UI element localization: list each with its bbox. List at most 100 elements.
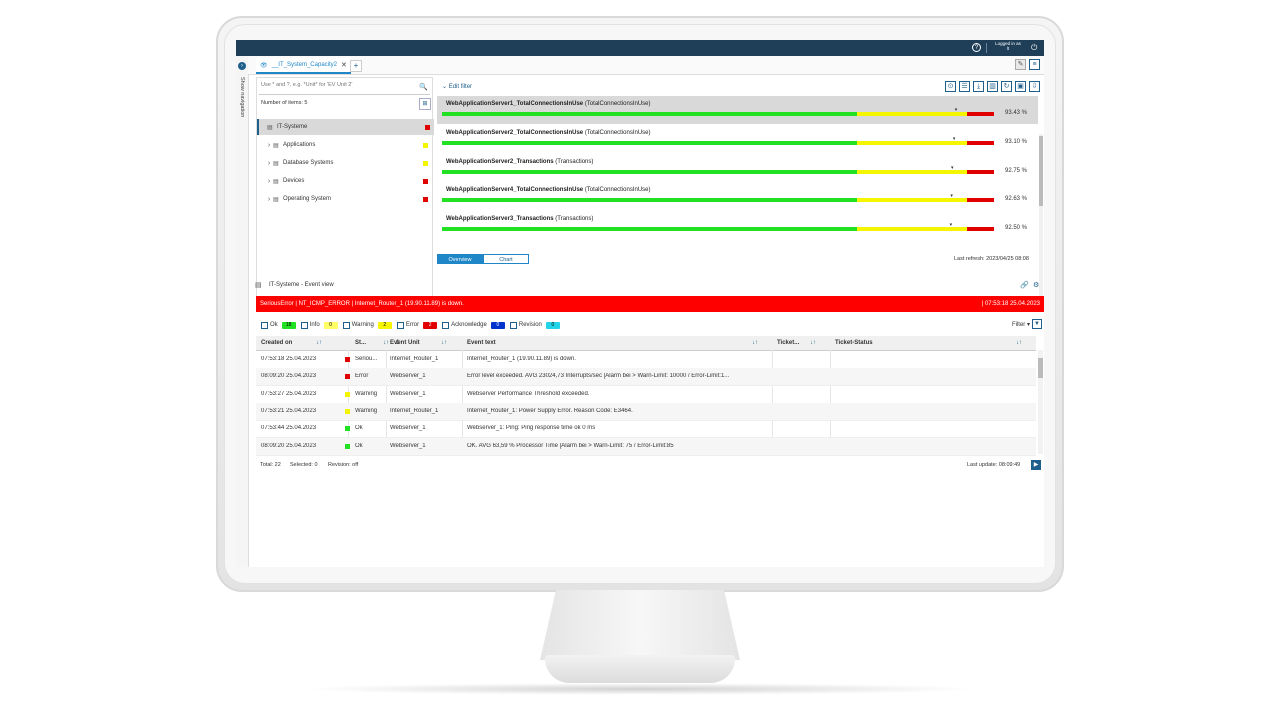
- filter-revision[interactable]: Revision 0: [509, 321, 560, 329]
- metric-subname: (TotalConnectionsInUse): [584, 129, 651, 136]
- tree-item-label: IT-Systeme: [277, 124, 308, 130]
- capacity-bar-segment: [967, 227, 994, 232]
- gear-icon[interactable]: ⚙: [1033, 281, 1039, 289]
- filter-label: Acknowledge: [451, 322, 487, 328]
- checkbox[interactable]: [261, 321, 268, 329]
- tree-options-icon[interactable]: ⊞: [419, 98, 431, 110]
- show-navigation-label[interactable]: Show navigation: [239, 77, 245, 121]
- col-event-unit[interactable]: Event Unit: [390, 340, 420, 346]
- view-options-icon[interactable]: ⊙: [945, 81, 956, 92]
- capacity-row[interactable]: WebApplicationServer2_Transactions (Tran…: [437, 154, 1038, 182]
- table-row[interactable]: 07:53:18 25.04.2023 Seriou... Internet_Rou…: [256, 351, 1036, 369]
- chevron-right-icon[interactable]: ›: [265, 142, 273, 149]
- capacity-row[interactable]: WebApplicationServer2_TotalConnectionsIn…: [437, 125, 1038, 153]
- chevron-right-icon[interactable]: ›: [265, 178, 273, 185]
- col-ticket[interactable]: Ticket...: [777, 340, 799, 346]
- col-ticket-status[interactable]: Ticket-Status: [835, 340, 873, 346]
- capacity-row-name: WebApplicationServer2_TotalConnectionsIn…: [446, 130, 651, 136]
- sort-icon[interactable]: ↓↑: [441, 340, 447, 346]
- table-row[interactable]: 08:09:20 25.04.2023 Error Webserver_1 Error…: [256, 368, 1036, 387]
- tab-chart[interactable]: Chart: [483, 254, 529, 264]
- filter-ok[interactable]: Ok 18: [261, 321, 296, 329]
- cell-unit: Webserver_1: [390, 390, 426, 397]
- cell-status: Seriou...: [355, 356, 378, 362]
- col-created-on[interactable]: Created on: [261, 340, 292, 346]
- checkbox[interactable]: [300, 321, 308, 329]
- metric-subname: (Transactions): [555, 216, 594, 223]
- tree-item[interactable]: › ▤ Database Systems: [257, 155, 432, 171]
- event-table-scrollbar-thumb[interactable]: [1038, 358, 1043, 378]
- status-indicator: [423, 142, 428, 148]
- col-event-text[interactable]: Event text: [467, 340, 496, 346]
- filter-acknowledge[interactable]: Acknowledge 0: [442, 321, 505, 329]
- play-icon[interactable]: ▶: [1031, 460, 1041, 470]
- table-row[interactable]: 07:53:27 25.04.2023 Warning Webserver_1 Web…: [256, 386, 1036, 404]
- filter-error[interactable]: Error 2: [396, 321, 438, 329]
- capacity-row[interactable]: WebApplicationServer3_Transactions (Tran…: [437, 211, 1038, 239]
- table-row[interactable]: 07:53:21 25.04.2023 Warning Internet_Route…: [256, 402, 1036, 421]
- show-navigation-button[interactable]: ›: [238, 62, 246, 70]
- list-view-icon[interactable]: ☰: [959, 81, 970, 92]
- capacity-row[interactable]: WebApplicationServer1_TotalConnectionsIn…: [437, 96, 1038, 124]
- filter-label: Filter: [1011, 322, 1026, 328]
- cell-text: Internet_Router_1: Power Supply Error. R…: [467, 407, 633, 414]
- event-table: Created on ↓↑ St... ↓↑ 1 Event Unit ↓↑ E…: [256, 336, 1044, 456]
- capacity-row[interactable]: WebApplicationServer4_TotalConnectionsIn…: [437, 182, 1038, 210]
- capacity-scrollbar[interactable]: [1039, 134, 1043, 298]
- close-tab-icon[interactable]: ✕: [341, 61, 347, 69]
- logout-icon[interactable]: ⏻: [1031, 43, 1040, 52]
- count-badge: 2: [423, 321, 438, 329]
- sort-icon[interactable]: ↓↑: [316, 340, 322, 346]
- checkbox[interactable]: [509, 321, 517, 329]
- tab-overview[interactable]: Overview: [437, 254, 483, 264]
- filter-info[interactable]: Info 0: [300, 321, 338, 329]
- checkbox[interactable]: [396, 321, 404, 329]
- download-icon[interactable]: ⤓: [973, 81, 984, 92]
- capacity-percent: 93.10 %: [1005, 138, 1028, 145]
- filter-warning[interactable]: Warning 2: [342, 321, 392, 329]
- checkbox[interactable]: [442, 321, 450, 329]
- link-icon[interactable]: 🔗: [1020, 281, 1029, 289]
- filter-icon[interactable]: ▼: [1032, 319, 1042, 329]
- refresh-icon[interactable]: ↻: [1001, 81, 1012, 92]
- value-marker-icon: ▾: [952, 135, 956, 142]
- tree-search-input[interactable]: [259, 82, 418, 88]
- save-icon[interactable]: ▣: [1015, 81, 1026, 92]
- alarm-time: | 07:53:18 25.04.2023: [981, 301, 1040, 307]
- alarm-banner[interactable]: SeriousError | NT_ICMP_ERROR | Internet_…: [256, 296, 1044, 312]
- tree-item[interactable]: › ▤ Operating System: [257, 191, 432, 207]
- event-table-scrollbar[interactable]: [1038, 350, 1043, 454]
- export-icon[interactable]: ⇩: [1029, 81, 1040, 92]
- capacity-bar: [442, 227, 994, 232]
- sort-icon[interactable]: ↓↑: [752, 340, 758, 346]
- bar-chart-icon[interactable]: ▥: [987, 81, 998, 92]
- sort-icon[interactable]: ↓↑: [810, 340, 816, 346]
- chevron-right-icon[interactable]: ›: [265, 196, 273, 203]
- capacity-scrollbar-thumb[interactable]: [1039, 136, 1043, 206]
- checkbox[interactable]: [342, 321, 350, 329]
- help-icon[interactable]: ?: [972, 43, 981, 52]
- chevron-right-icon[interactable]: ›: [265, 160, 273, 167]
- sort-icon[interactable]: ↓↑: [1016, 340, 1022, 346]
- add-tab-button[interactable]: +: [350, 60, 362, 72]
- filter-dropdown[interactable]: Filter ▾: [1012, 321, 1030, 328]
- menu-icon[interactable]: ≡: [1029, 59, 1040, 70]
- sort-icon[interactable]: ↓↑: [383, 340, 389, 346]
- edit-icon[interactable]: ✎: [1015, 59, 1026, 70]
- tree-item[interactable]: › ▤ Devices: [257, 173, 432, 189]
- search-icon[interactable]: 🔍: [419, 83, 428, 91]
- col-status[interactable]: St...: [355, 340, 366, 346]
- edit-filter-toggle[interactable]: ⌄ Edit filter: [442, 83, 472, 90]
- tab-it-system-capacity[interactable]: 👁 __IT_System_Capacity2 ✕: [256, 58, 351, 74]
- table-row[interactable]: 07:53:44 25.04.2023 Ok Webserver_1 Webserve…: [256, 420, 1036, 439]
- top-bar-divider: [986, 43, 987, 53]
- tree-item[interactable]: ▤ IT-Systeme: [257, 119, 434, 135]
- cell-status: Warning: [355, 390, 378, 397]
- tree-item[interactable]: › ▤ Applications: [257, 137, 432, 153]
- event-view-header: ▤ IT-Systeme - Event view 🔗 ⚙: [255, 278, 1044, 292]
- cell-created: 07:53:18 25.04.2023: [261, 356, 317, 362]
- status-indicator: [425, 124, 430, 130]
- table-row[interactable]: 08:09:20 25.04.2023 Ok Webserver_1 OK. AVG …: [256, 437, 1036, 456]
- metric-name: WebApplicationServer1_TotalConnectionsIn…: [446, 101, 584, 107]
- items-count-row: Number of items: 5 ⊞: [261, 98, 431, 110]
